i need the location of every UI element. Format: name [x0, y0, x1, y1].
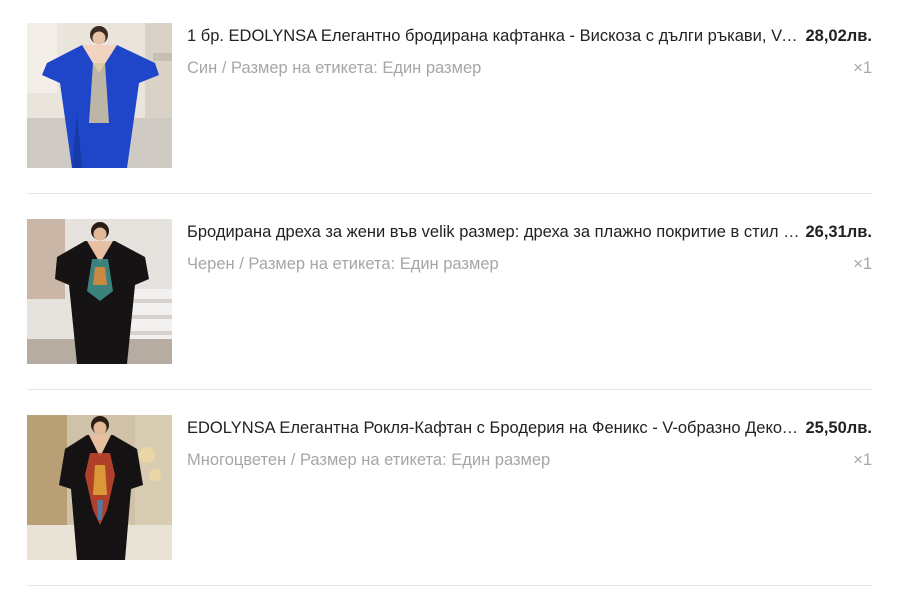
item-price: 26,31лв.	[805, 223, 873, 241]
item-variant: Син / Размер на етикета: Един размер	[187, 59, 482, 77]
item-info: Бродирана дреха за жени във velik размер…	[187, 219, 872, 279]
item-title[interactable]: EDOLYNSA Елегантна Рокля-Кафтан с Бродер…	[187, 417, 802, 439]
item-info: 1 бр. EDOLYNSA Елегантно бродирана кафта…	[187, 23, 872, 83]
product-image[interactable]	[27, 415, 172, 560]
blue-kaftan-product-image	[27, 23, 172, 168]
black-kaftan-product-image	[27, 219, 172, 364]
item-info: EDOLYNSA Елегантна Рокля-Кафтан с Бродер…	[187, 415, 872, 475]
item-price: 25,50лв.	[805, 419, 873, 437]
item-variant: Черен / Размер на етикета: Един размер	[187, 255, 499, 273]
item-quantity: ×1	[853, 255, 872, 273]
item-title[interactable]: Бродирана дреха за жени във velik размер…	[187, 221, 802, 243]
item-variant: Многоцветен / Размер на етикета: Един ра…	[187, 451, 551, 469]
list-item[interactable]: EDOLYNSA Елегантна Рокля-Кафтан с Бродер…	[27, 415, 872, 586]
product-image[interactable]	[27, 23, 172, 168]
list-item[interactable]: Бродирана дреха за жени във velik размер…	[27, 219, 872, 390]
phoenix-kaftan-product-image	[27, 415, 172, 560]
item-quantity: ×1	[853, 451, 872, 469]
product-image[interactable]	[27, 219, 172, 364]
list-item[interactable]: 1 бр. EDOLYNSA Елегантно бродирана кафта…	[27, 23, 872, 194]
order-item-list: 1 бр. EDOLYNSA Елегантно бродирана кафта…	[27, 23, 872, 611]
item-quantity: ×1	[853, 59, 872, 77]
item-price: 28,02лв.	[805, 27, 873, 45]
item-title[interactable]: 1 бр. EDOLYNSA Елегантно бродирана кафта…	[187, 25, 802, 47]
